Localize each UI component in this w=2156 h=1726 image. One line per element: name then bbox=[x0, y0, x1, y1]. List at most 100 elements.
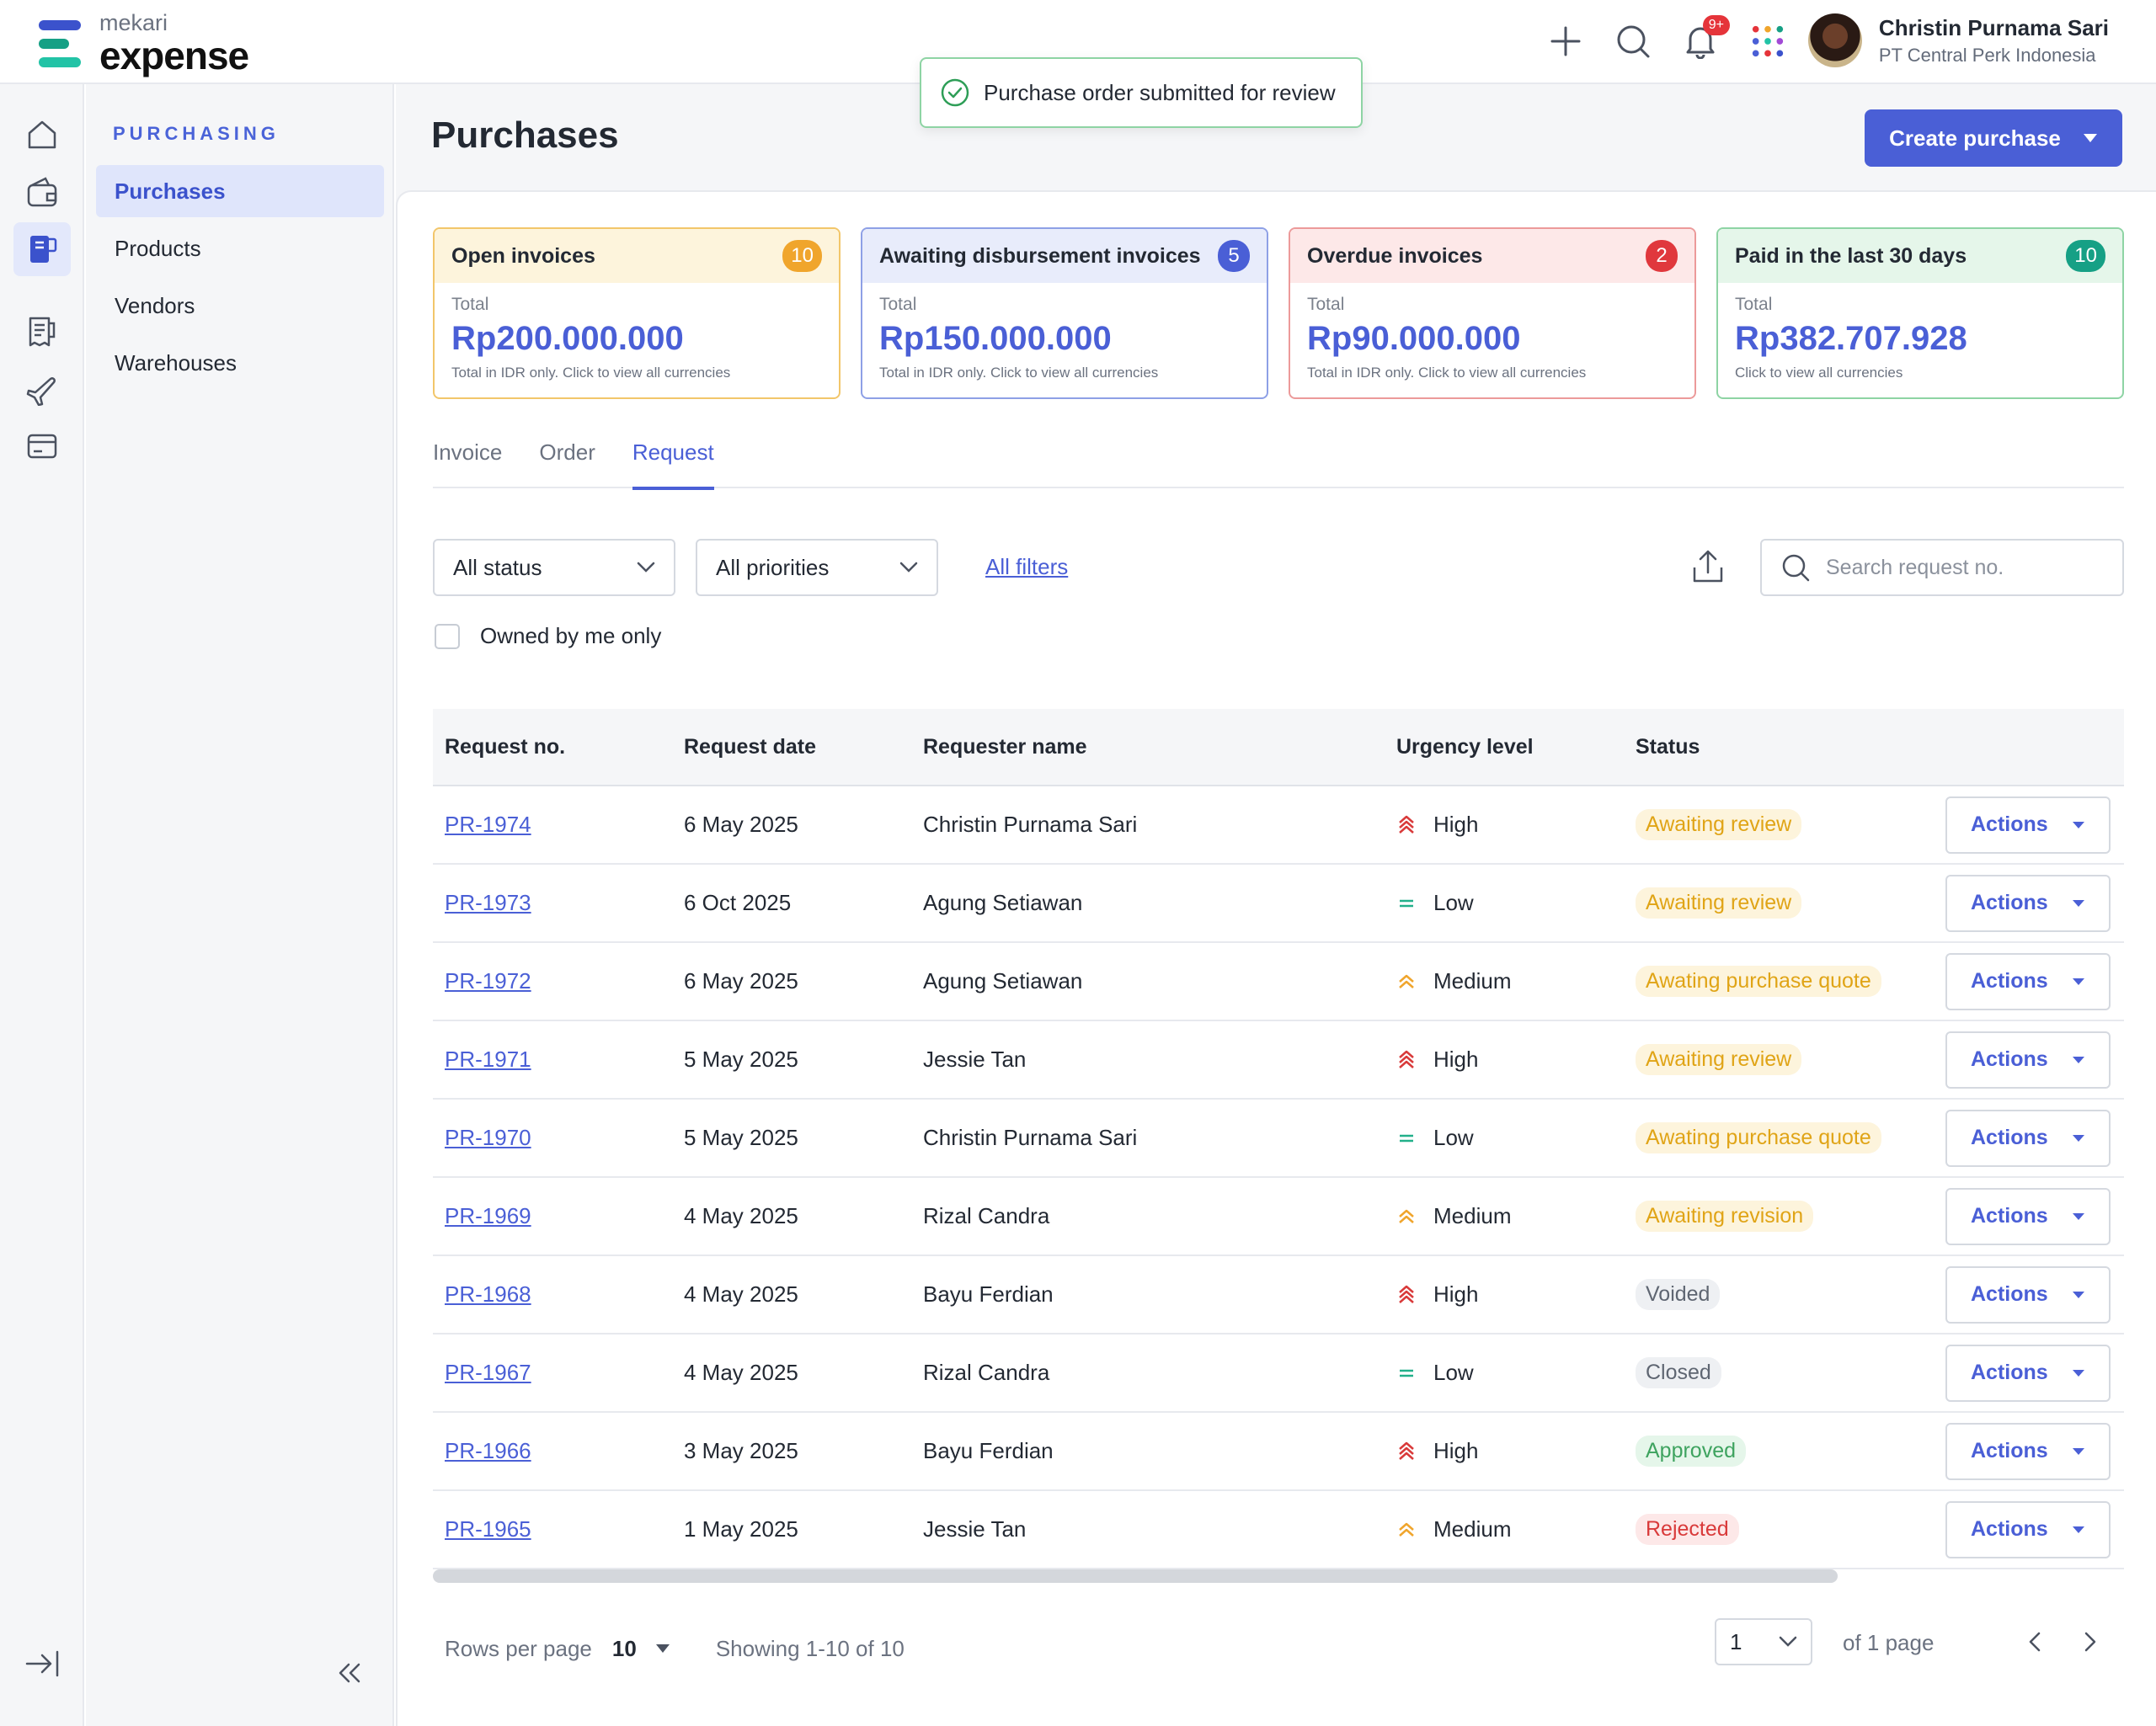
request-no-link[interactable]: PR-1965 bbox=[445, 1516, 531, 1542]
caret-down-icon[interactable] bbox=[655, 1643, 670, 1654]
actions-label: Actions bbox=[1971, 1204, 2048, 1228]
owned-checkbox[interactable] bbox=[435, 623, 460, 649]
request-no-link[interactable]: PR-1972 bbox=[445, 968, 531, 994]
actions-button[interactable]: Actions bbox=[1945, 874, 2111, 932]
actions-button[interactable]: Actions bbox=[1945, 1031, 2111, 1089]
search-icon[interactable] bbox=[1615, 22, 1651, 61]
next-page-icon[interactable] bbox=[2077, 1628, 2104, 1655]
horizontal-scrollbar[interactable] bbox=[433, 1569, 1838, 1583]
request-no-link[interactable]: PR-1968 bbox=[445, 1281, 531, 1307]
header-urgency[interactable]: Urgency level bbox=[1385, 735, 1624, 759]
actions-button[interactable]: Actions bbox=[1945, 952, 2111, 1010]
caret-down-icon bbox=[2073, 1369, 2084, 1377]
table-row: PR-1968 4 May 2025 Bayu Ferdian High Voided A… bbox=[433, 1256, 2124, 1334]
user-menu[interactable]: Christin Purnama Sari PT Central Perk In… bbox=[1807, 13, 2109, 67]
request-no-link[interactable]: PR-1966 bbox=[445, 1438, 531, 1463]
rows-per-page-select[interactable]: 10 bbox=[612, 1636, 637, 1662]
sidebar-item-products[interactable]: Products bbox=[96, 222, 384, 274]
sidebar-item-warehouses[interactable]: Warehouses bbox=[96, 337, 384, 389]
chevron-down-icon bbox=[899, 562, 918, 573]
create-purchase-label: Create purchase bbox=[1889, 125, 2061, 151]
status-badge: Awaiting revision bbox=[1636, 1201, 1814, 1232]
create-purchase-button[interactable]: Create purchase bbox=[1865, 109, 2122, 167]
request-no-link[interactable]: PR-1969 bbox=[445, 1203, 531, 1228]
apps-grid-icon[interactable] bbox=[1750, 22, 1785, 61]
actions-button[interactable]: Actions bbox=[1945, 1265, 2111, 1324]
page-total-label: of 1 page bbox=[1843, 1630, 1935, 1655]
urgency-medium-icon bbox=[1399, 1522, 1414, 1537]
card-count-badge: 5 bbox=[1218, 240, 1250, 272]
header-status[interactable]: Status bbox=[1624, 735, 1930, 759]
prev-page-icon[interactable] bbox=[2021, 1628, 2048, 1655]
request-no-link[interactable]: PR-1974 bbox=[445, 812, 531, 837]
caret-down-icon bbox=[2073, 821, 2084, 828]
home-icon[interactable] bbox=[13, 108, 71, 162]
actions-button[interactable]: Actions bbox=[1945, 796, 2111, 854]
wallet-icon[interactable] bbox=[13, 165, 71, 219]
actions-button[interactable]: Actions bbox=[1945, 1187, 2111, 1245]
requester-name: Jessie Tan bbox=[923, 1047, 1027, 1072]
actions-label: Actions bbox=[1971, 1517, 2048, 1541]
sidebar-item-vendors[interactable]: Vendors bbox=[96, 280, 384, 332]
bell-icon[interactable]: 9+ bbox=[1683, 15, 1730, 61]
actions-button[interactable]: Actions bbox=[1945, 1422, 2111, 1480]
request-no-link[interactable]: PR-1971 bbox=[445, 1047, 531, 1072]
owned-by-me-toggle[interactable]: Owned by me only bbox=[435, 623, 661, 649]
requester-name: Agung Setiawan bbox=[923, 890, 1083, 915]
priority-filter-select[interactable]: All priorities bbox=[696, 539, 938, 596]
actions-button[interactable]: Actions bbox=[1945, 1344, 2111, 1402]
add-icon[interactable] bbox=[1548, 22, 1583, 61]
summary-card[interactable]: Awaiting disbursement invoices 5 Total Rp15… bbox=[861, 227, 1268, 399]
urgency-high-icon bbox=[1399, 1441, 1414, 1460]
tab-invoice[interactable]: Invoice bbox=[433, 436, 502, 488]
header-requester-name[interactable]: Requester name bbox=[911, 735, 1385, 759]
page-number: 1 bbox=[1730, 1628, 1742, 1654]
request-date: 4 May 2025 bbox=[684, 1203, 798, 1228]
plane-icon[interactable] bbox=[13, 362, 71, 416]
actions-label: Actions bbox=[1971, 969, 2048, 993]
tab-request[interactable]: Request bbox=[632, 436, 714, 490]
actions-button[interactable]: Actions bbox=[1945, 1109, 2111, 1167]
card-amount: Rp382.707.928 bbox=[1735, 320, 1967, 357]
purchasing-icon[interactable] bbox=[13, 222, 71, 276]
urgency-level: High bbox=[1433, 1281, 1479, 1307]
summary-card[interactable]: Open invoices 10 Total Rp200.000.000 Total i… bbox=[433, 227, 841, 399]
export-icon[interactable] bbox=[1689, 549, 1726, 590]
priority-filter-value: All priorities bbox=[716, 554, 830, 580]
status-filter-select[interactable]: All status bbox=[433, 539, 675, 596]
request-date: 6 May 2025 bbox=[684, 968, 798, 994]
sidebar-item-purchases[interactable]: Purchases bbox=[96, 165, 384, 217]
actions-label: Actions bbox=[1971, 1361, 2048, 1384]
request-no-link[interactable]: PR-1967 bbox=[445, 1360, 531, 1385]
header-request-no[interactable]: Request no. bbox=[433, 735, 672, 759]
requests-table: Request no. Request date Requester name … bbox=[433, 709, 2124, 1569]
urgency-level: Medium bbox=[1433, 1516, 1512, 1542]
request-no-link[interactable]: PR-1970 bbox=[445, 1125, 531, 1150]
request-date: 6 Oct 2025 bbox=[684, 890, 792, 915]
actions-label: Actions bbox=[1971, 1282, 2048, 1306]
urgency-level: High bbox=[1433, 1047, 1479, 1072]
table-row: PR-1973 6 Oct 2025 Agung Setiawan Low Awaiti… bbox=[433, 865, 2124, 943]
summary-card[interactable]: Overdue invoices 2 Total Rp90.000.000 Total … bbox=[1289, 227, 1696, 399]
expand-icon[interactable] bbox=[13, 1637, 71, 1691]
search-request-input[interactable]: Search request no. bbox=[1760, 539, 2124, 596]
collapse-sidebar-icon[interactable] bbox=[334, 1658, 364, 1692]
card-icon[interactable] bbox=[13, 419, 71, 473]
requester-name: Christin Purnama Sari bbox=[923, 812, 1138, 837]
header-request-date[interactable]: Request date bbox=[672, 735, 911, 759]
status-badge: Awaiting review bbox=[1636, 887, 1802, 919]
card-note: Click to view all currencies bbox=[1735, 365, 1903, 381]
urgency-high-icon bbox=[1399, 815, 1414, 834]
receipt-icon[interactable] bbox=[13, 305, 71, 359]
request-no-link[interactable]: PR-1973 bbox=[445, 890, 531, 915]
page-number-select[interactable]: 1 bbox=[1715, 1618, 1812, 1665]
logo-mark-icon bbox=[39, 19, 83, 69]
tab-order[interactable]: Order bbox=[539, 436, 595, 488]
all-filters-link[interactable]: All filters bbox=[985, 554, 1068, 580]
actions-button[interactable]: Actions bbox=[1945, 1500, 2111, 1558]
app-logo[interactable]: mekari expense bbox=[39, 12, 249, 75]
status-badge: Awaiting review bbox=[1636, 1044, 1802, 1075]
summary-card[interactable]: Paid in the last 30 days 10 Total Rp382.707… bbox=[1716, 227, 2124, 399]
request-date: 5 May 2025 bbox=[684, 1125, 798, 1150]
card-title: Open invoices bbox=[451, 243, 595, 268]
